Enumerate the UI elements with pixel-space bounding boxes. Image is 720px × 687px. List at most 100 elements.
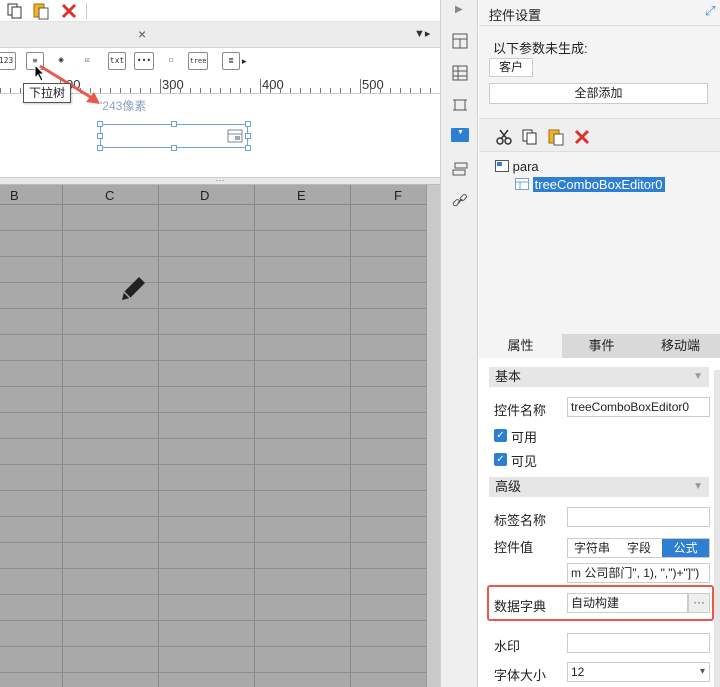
section-advanced[interactable]: 高级 ▼ xyxy=(489,477,709,497)
text-widget-icon[interactable]: txt xyxy=(108,52,126,70)
value-type-field[interactable]: 字段 xyxy=(616,539,662,557)
paste-icon[interactable] xyxy=(547,128,565,146)
section-title: 基本 xyxy=(495,369,522,384)
chevron-down-icon: ▼ xyxy=(693,481,703,492)
column-divider xyxy=(62,185,63,687)
link-icon[interactable] xyxy=(451,192,469,210)
resize-handle[interactable] xyxy=(245,145,251,151)
tab-mobile[interactable]: 移动端 xyxy=(641,334,720,358)
resize-handle[interactable] xyxy=(171,121,177,127)
param-chip[interactable]: 客户 xyxy=(489,58,533,77)
watermark-input[interactable] xyxy=(567,633,710,653)
resize-handle[interactable] xyxy=(97,133,103,139)
paste-icon[interactable] xyxy=(32,2,50,20)
visible-label: 可见 xyxy=(511,454,538,469)
splitter-handle[interactable]: ··· xyxy=(0,175,440,185)
tab-close-icon[interactable]: × xyxy=(138,26,146,42)
panel-divider xyxy=(479,25,720,26)
tree-combo-icon xyxy=(515,178,529,190)
spreadsheet-grid[interactable] xyxy=(0,205,426,687)
frame-icon[interactable] xyxy=(451,96,469,114)
number-widget-icon[interactable]: 123 xyxy=(0,52,16,70)
widget-name-input[interactable]: treeComboBoxEditor0 xyxy=(567,397,710,417)
column-header[interactable]: E xyxy=(297,188,306,203)
top-toolbar xyxy=(0,0,440,22)
more-widgets-icon[interactable]: ▸ xyxy=(242,56,247,67)
ungenerated-params-label: 以下参数未生成: xyxy=(493,41,588,56)
tree-widget-icon[interactable]: tree xyxy=(188,52,208,70)
delete-icon[interactable] xyxy=(573,128,591,146)
visible-checkbox[interactable]: ✓ xyxy=(494,453,507,466)
font-size-select[interactable]: 12 ▾ xyxy=(567,662,710,682)
cut-icon[interactable] xyxy=(495,128,513,146)
data-dictionary-edit-button[interactable]: ··· xyxy=(688,593,710,613)
data-dictionary-input[interactable]: 自动构建 xyxy=(567,593,688,613)
side-tool-strip: ▶ ▼ xyxy=(440,0,478,687)
watermark-label: 水印 xyxy=(494,639,521,654)
column-header[interactable]: C xyxy=(105,188,114,203)
tree-node-label: treeComboBoxEditor0 xyxy=(532,177,665,192)
value-type-selector: 字符串 字段 公式 xyxy=(567,538,710,558)
widget-tooltip: 下拉树 xyxy=(23,83,71,103)
enabled-checkbox[interactable]: ✓ xyxy=(494,429,507,442)
tree-combo-icon xyxy=(227,129,243,143)
collapse-arrow-icon[interactable]: ▶ xyxy=(455,4,463,15)
resize-handle[interactable] xyxy=(97,121,103,127)
list-widget-icon[interactable]: ≣ xyxy=(222,52,240,70)
section-basic[interactable]: 基本 ▼ xyxy=(489,367,709,387)
list-settings-icon[interactable] xyxy=(451,160,469,178)
property-scrollbar[interactable] xyxy=(714,370,720,687)
formula-input[interactable]: m 公司部门", 1), ",")+"]") xyxy=(567,563,710,583)
property-tabs: 属性 事件 移动端 xyxy=(479,334,720,358)
widget-name-label: 控件名称 xyxy=(494,403,547,418)
tag-name-input[interactable] xyxy=(567,507,710,527)
tree-node-combo[interactable]: treeComboBoxEditor0 xyxy=(515,177,665,192)
resize-handle[interactable] xyxy=(245,133,251,139)
value-type-formula[interactable]: 公式 xyxy=(662,539,709,557)
section-title: 高级 xyxy=(495,479,522,494)
enabled-label: 可用 xyxy=(511,430,538,445)
toolbar-divider xyxy=(86,3,87,19)
value-type-string[interactable]: 字符串 xyxy=(568,539,616,557)
mouse-cursor-icon xyxy=(34,64,46,82)
tree-node-label: para xyxy=(512,159,539,174)
column-divider xyxy=(350,185,351,687)
vertical-scrollbar[interactable] xyxy=(426,185,440,687)
copy-icon[interactable] xyxy=(521,128,539,146)
resize-handle[interactable] xyxy=(245,121,251,127)
chevron-down-icon: ▾ xyxy=(699,666,705,677)
panel-title: 控件设置 xyxy=(489,8,542,23)
tab-menu-icon[interactable]: ▼▸ xyxy=(414,27,430,40)
add-all-button[interactable]: 全部添加 xyxy=(489,83,708,104)
chevron-down-icon: ▼ xyxy=(693,371,703,382)
column-divider xyxy=(158,185,159,687)
column-header[interactable]: D xyxy=(200,188,209,203)
tab-events[interactable]: 事件 xyxy=(562,334,641,358)
widget-settings-icon[interactable]: ▼ xyxy=(451,128,469,142)
delete-icon[interactable] xyxy=(60,2,78,20)
table-icon[interactable] xyxy=(451,64,469,82)
tree-node-para[interactable]: para xyxy=(495,159,539,174)
tree-toolbar xyxy=(479,118,720,152)
form-icon xyxy=(495,160,509,172)
splitter-dots: ··· xyxy=(215,175,225,185)
resize-handle[interactable] xyxy=(171,145,177,151)
column-divider xyxy=(254,185,255,687)
copy-icon[interactable] xyxy=(6,2,24,20)
resize-handle[interactable] xyxy=(97,145,103,151)
column-header[interactable]: B xyxy=(10,188,19,203)
font-size-label: 字体大小 xyxy=(494,668,547,683)
pencil-icon xyxy=(122,277,145,300)
column-header[interactable]: F xyxy=(394,188,402,203)
checkbox-widget-icon[interactable]: ☐ xyxy=(162,52,180,70)
font-size-value: 12 xyxy=(571,665,585,679)
column-header-row: B C D E F xyxy=(0,185,426,205)
pin-icon[interactable]: ⤢ xyxy=(705,3,715,19)
tag-name-label: 标签名称 xyxy=(494,513,547,528)
editor-tab-bar: × ▼▸ xyxy=(0,22,440,48)
layout-icon[interactable] xyxy=(451,32,469,50)
password-widget-icon[interactable]: ••• xyxy=(134,52,154,70)
widget-value-label: 控件值 xyxy=(494,540,534,555)
tab-properties[interactable]: 属性 xyxy=(479,334,562,358)
data-dictionary-label: 数据字典 xyxy=(494,599,547,614)
